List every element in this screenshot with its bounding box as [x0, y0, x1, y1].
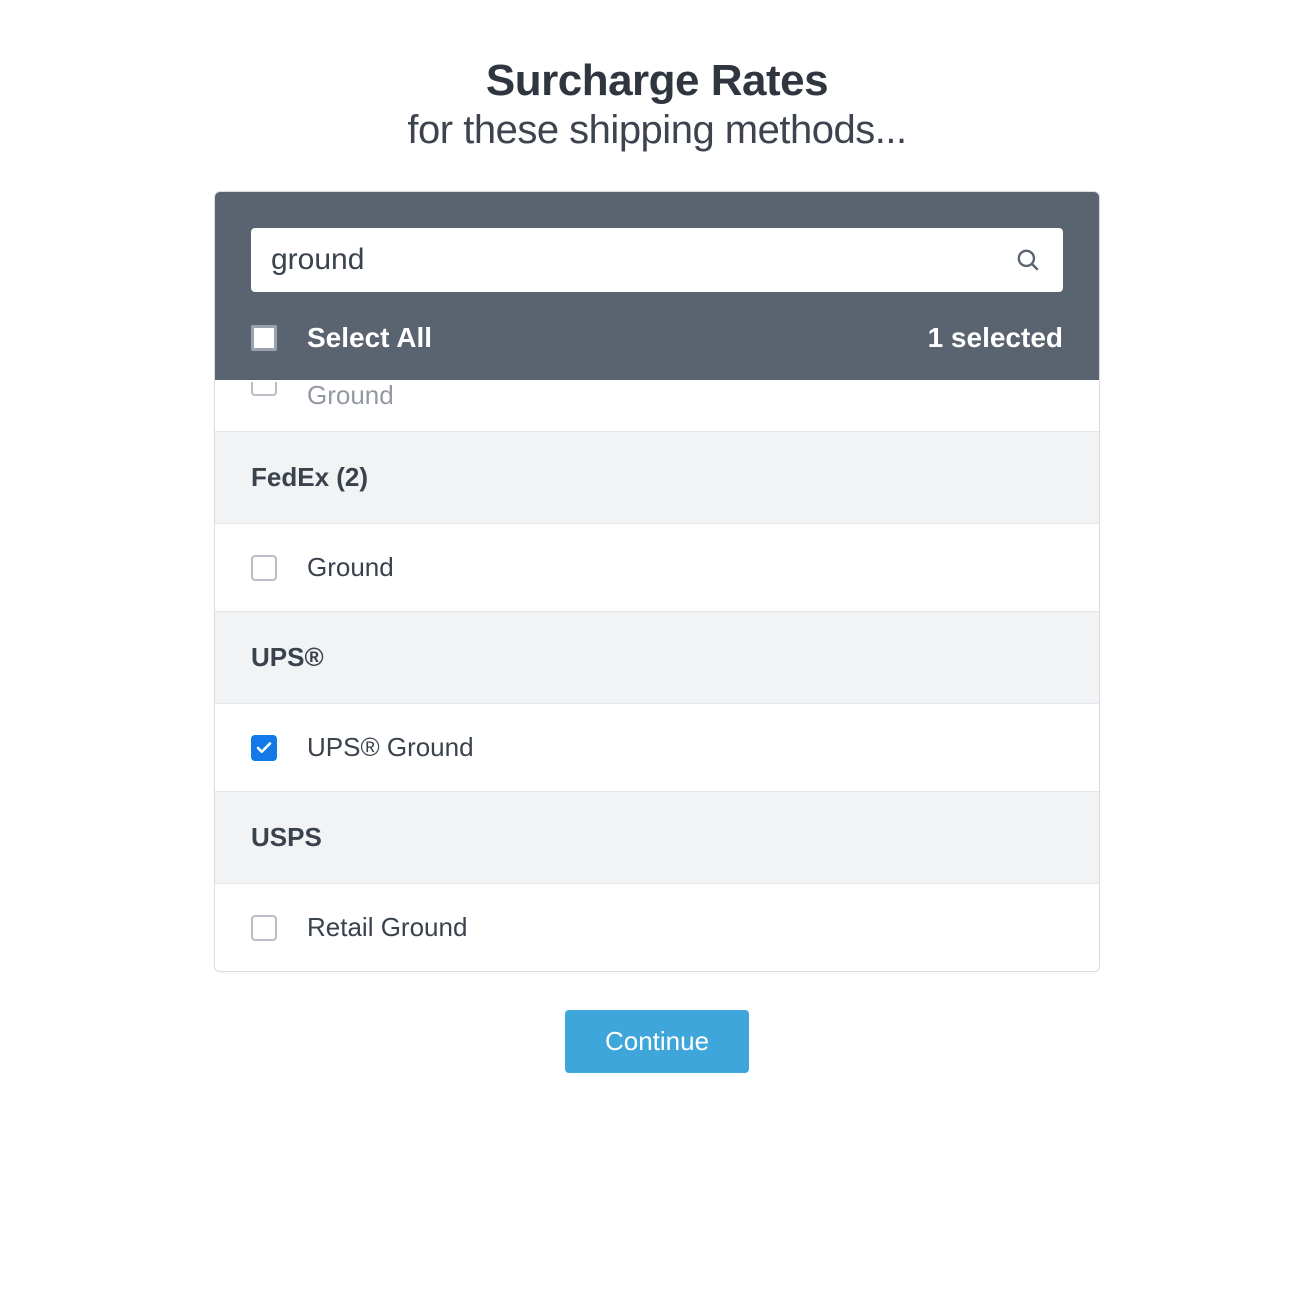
- group-header-fedex: FedEx (2): [215, 432, 1099, 524]
- page-container: Surcharge Rates for these shipping metho…: [0, 0, 1314, 1073]
- item-label: UPS® Ground: [307, 732, 474, 763]
- list-item[interactable]: Ground: [215, 380, 1099, 432]
- item-checkbox[interactable]: [251, 735, 277, 761]
- selected-count: 1 selected: [928, 322, 1063, 354]
- search-input[interactable]: [251, 228, 1063, 292]
- panel-header: Select All 1 selected: [215, 192, 1099, 384]
- search-wrap: [215, 192, 1099, 292]
- select-all-row[interactable]: Select All 1 selected: [215, 292, 1099, 384]
- page-subtitle: for these shipping methods...: [0, 108, 1314, 153]
- list-item[interactable]: Retail Ground: [215, 884, 1099, 971]
- item-label: Ground: [307, 552, 394, 583]
- group-header-usps: USPS: [215, 792, 1099, 884]
- item-label: Ground: [307, 380, 394, 411]
- shipping-methods-list: Ground FedEx (2) Ground UPS® UPS® Ground…: [215, 380, 1099, 971]
- item-checkbox[interactable]: [251, 382, 277, 396]
- page-title: Surcharge Rates: [0, 56, 1314, 106]
- actions-row: Continue: [0, 1010, 1314, 1073]
- select-all-checkbox[interactable]: [251, 325, 277, 351]
- continue-button[interactable]: Continue: [565, 1010, 749, 1073]
- group-header-ups: UPS®: [215, 612, 1099, 704]
- item-checkbox[interactable]: [251, 915, 277, 941]
- item-label: Retail Ground: [307, 912, 467, 943]
- shipping-methods-panel: Select All 1 selected Ground FedEx (2) G…: [214, 191, 1100, 972]
- list-item[interactable]: Ground: [215, 524, 1099, 612]
- item-checkbox[interactable]: [251, 555, 277, 581]
- search-icon[interactable]: [1015, 247, 1041, 273]
- search-box: [251, 228, 1063, 292]
- select-all-label: Select All: [307, 322, 432, 354]
- list-item[interactable]: UPS® Ground: [215, 704, 1099, 792]
